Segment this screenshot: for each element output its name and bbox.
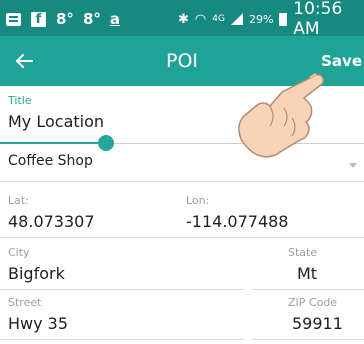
title-input[interactable]: My Location <box>8 112 104 131</box>
category-divider <box>0 181 364 182</box>
weather-temp-1: 8° <box>56 10 74 28</box>
wifi-icon: ◠ <box>194 11 207 27</box>
lat-label: Lat: <box>8 194 29 207</box>
state-underline <box>252 289 364 290</box>
bluetooth-icon: ✱ <box>178 11 189 27</box>
street-label: Street <box>8 296 42 309</box>
message-icon <box>6 12 21 26</box>
lte-indicator: 4G <box>212 14 225 24</box>
text-cursor-handle[interactable] <box>98 135 114 151</box>
street-input[interactable]: Hwy 35 <box>8 314 68 333</box>
battery-percent: 29% <box>248 12 274 26</box>
amazon-icon: a <box>109 10 120 28</box>
arrow-left-icon <box>15 53 33 69</box>
zip-input[interactable]: 59911 <box>292 314 343 333</box>
signal-icon <box>230 13 243 25</box>
status-bar-system: ✱ ◠ 4G 29% 10:56 AM <box>178 0 364 39</box>
zip-underline <box>252 339 364 340</box>
back-button[interactable] <box>10 47 38 75</box>
state-input[interactable]: Mt <box>297 264 317 283</box>
pointing-hand-icon <box>238 72 325 158</box>
lat-input[interactable]: 48.073307 <box>8 212 95 231</box>
weather-temp-2: 8° <box>82 10 101 28</box>
battery-icon <box>279 12 288 26</box>
zip-label: ZIP Code <box>288 296 338 309</box>
city-underline <box>0 289 244 290</box>
facebook-icon: f <box>31 11 46 27</box>
lon-input[interactable]: -114.077488 <box>186 212 288 231</box>
title-label: Title <box>8 94 32 107</box>
status-bar-notifications: f 8° 8° a <box>6 9 129 29</box>
category-spinner[interactable]: Coffee Shop <box>8 153 93 169</box>
lon-label: Lon: <box>186 194 210 207</box>
city-label: City <box>8 246 30 259</box>
status-time: 10:56 AM <box>293 0 343 39</box>
title-underline-active <box>0 142 106 144</box>
street-underline <box>0 339 244 340</box>
city-input[interactable]: Bigfork <box>8 264 65 283</box>
status-bar: f 8° 8° a ✱ ◠ 4G 29% 10:56 AM <box>0 0 364 39</box>
lat-lon-divider <box>0 237 364 238</box>
state-label: State <box>288 246 318 259</box>
